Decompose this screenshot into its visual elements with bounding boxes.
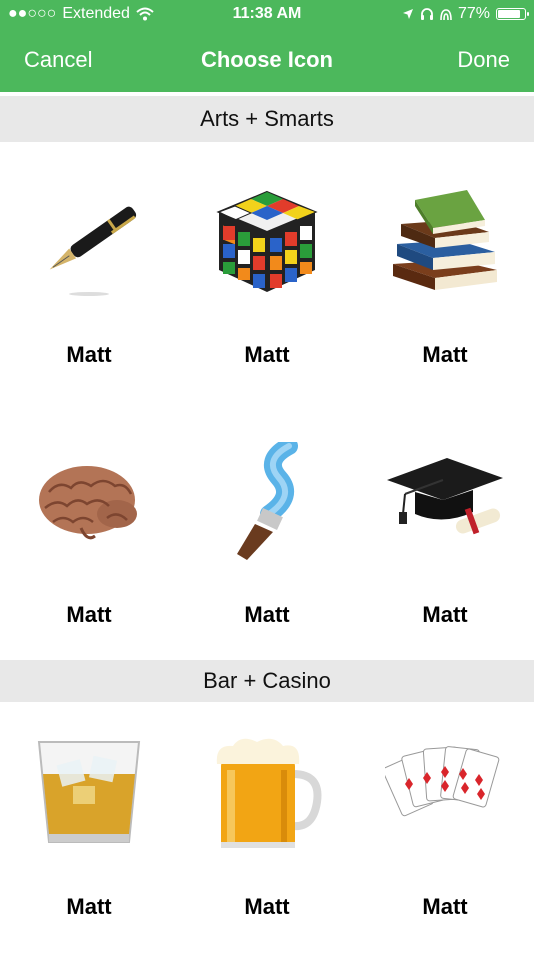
icon-label: Matt [66,602,112,627]
battery-percent: 77% [457,5,490,22]
page-title: Choose Icon [200,47,333,72]
status-bar: ●●○○○ Extended 11:38 AM 77% [0,0,534,30]
rubiks-cube-icon [216,190,318,292]
section-header-arts-smarts: Arts + Smarts [0,96,534,142]
beer-mug-icon [216,738,322,848]
books-icon [393,190,497,290]
navigation-bar: Cancel Choose Icon Done [0,30,534,92]
icon-grid-bar-casino: Matt Matt Matt [0,702,534,950]
icon-label: Matt [66,342,112,367]
icon-option-rubiks-cube[interactable]: Matt [178,142,356,402]
whiskey-glass-icon [37,741,141,843]
graduation-cap-icon [387,458,503,535]
icon-option-paintbrush[interactable]: Matt [178,402,356,662]
icon-option-whiskey-glass[interactable]: Matt [0,694,178,954]
brain-icon [39,466,137,540]
icon-option-beer-mug[interactable]: Matt [178,694,356,954]
battery-icon [496,8,529,20]
done-button[interactable]: Done [457,47,510,73]
icon-label: Matt [244,342,290,367]
icon-label: Matt [244,894,290,919]
icon-option-playing-cards[interactable]: Matt [356,694,534,954]
playing-cards-icon [385,746,500,817]
paintbrush-icon [237,442,298,560]
location-arrow-icon [402,9,413,19]
icon-label: Matt [422,342,468,367]
icon-option-fountain-pen[interactable]: Matt [0,142,178,402]
wifi-lock-icon [440,9,452,21]
battery-fill [498,10,520,18]
icon-label: Matt [422,602,468,627]
icon-option-books[interactable]: Matt [356,142,534,402]
icon-label: Matt [422,894,468,919]
icon-label: Matt [244,602,290,627]
icon-option-graduation-cap[interactable]: Matt [356,402,534,662]
icon-label: Matt [66,894,112,919]
icon-grid-arts-smarts: Matt Matt Matt Matt Matt Matt [0,142,534,662]
icon-option-brain[interactable]: Matt [0,402,178,662]
status-right: 77% [402,5,529,23]
fountain-pen-icon [49,206,137,296]
headphones-icon [420,8,433,20]
